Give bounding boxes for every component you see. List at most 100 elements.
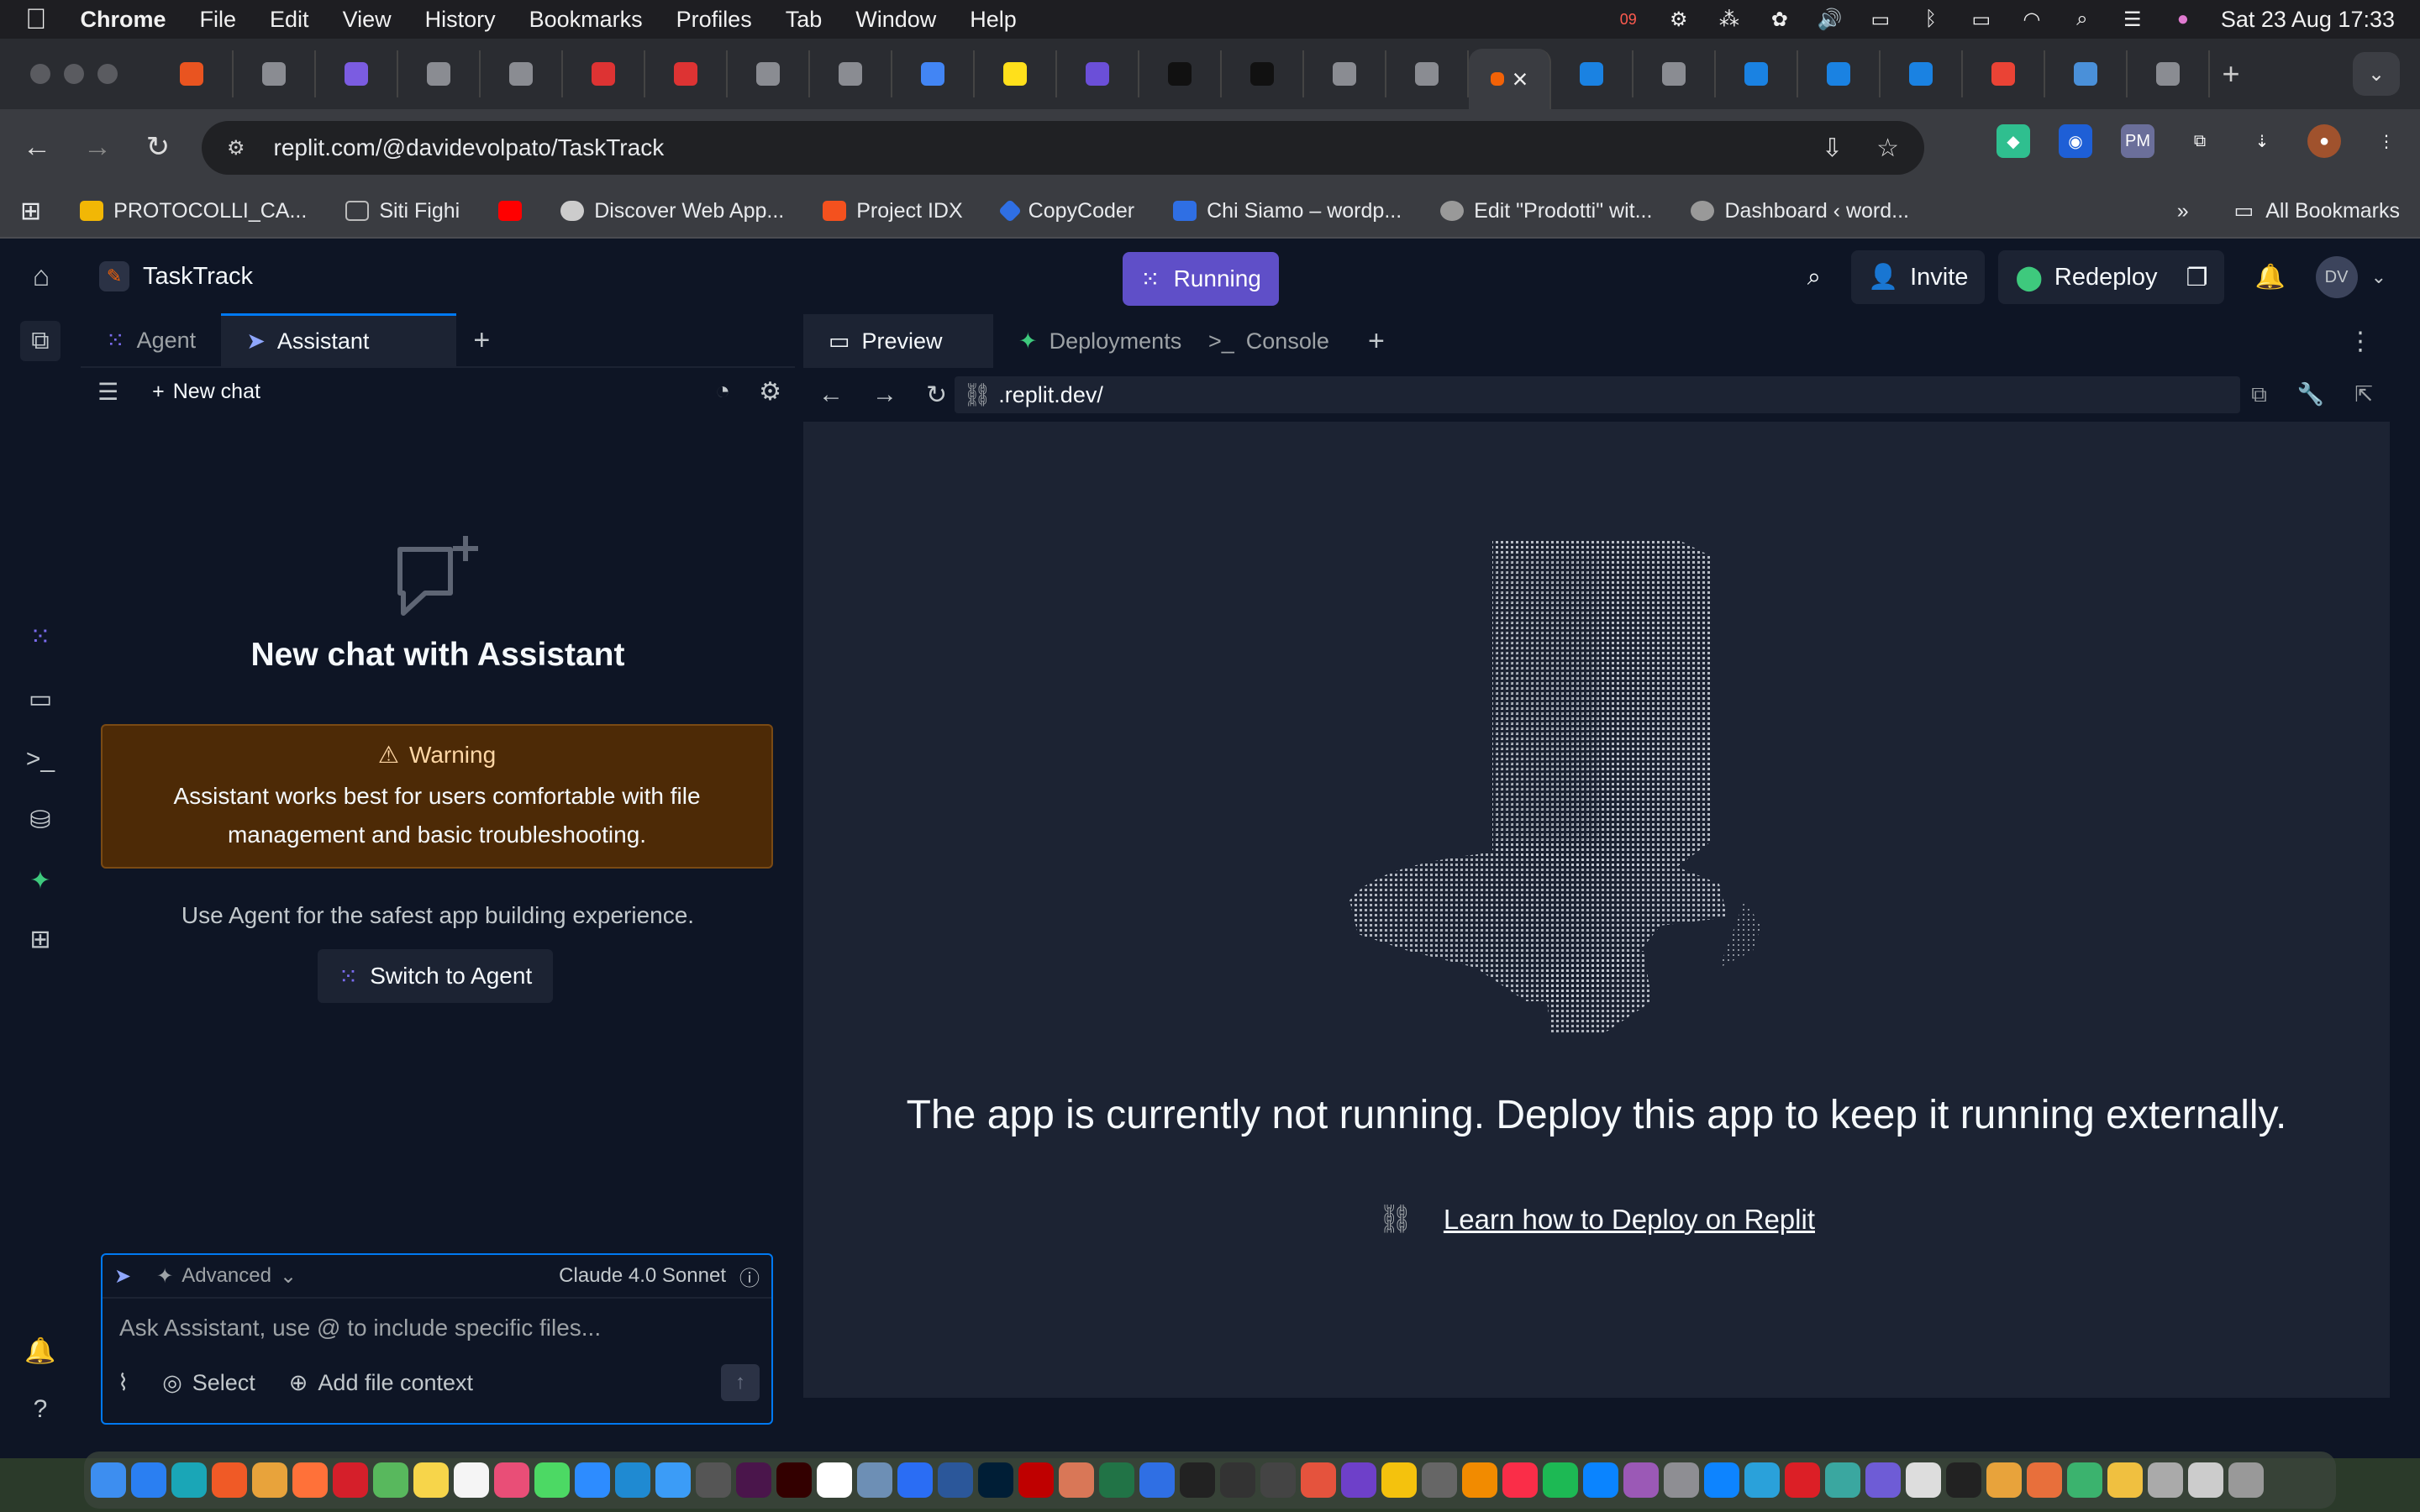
zoom-window-button[interactable] — [97, 64, 118, 84]
devtools-wrench-icon[interactable]: 🔧 — [2297, 381, 2324, 408]
app-icon[interactable] — [2107, 1462, 2143, 1498]
battery-icon[interactable]: ▭ — [1969, 8, 1994, 31]
vlc-icon[interactable] — [1462, 1462, 1497, 1498]
spotify-icon[interactable] — [1543, 1462, 1578, 1498]
browser-tab[interactable] — [1139, 50, 1222, 97]
claude-icon[interactable] — [1059, 1462, 1094, 1498]
files-panel-icon[interactable]: ⧉ — [20, 321, 60, 361]
new-tab-button[interactable]: + — [2210, 56, 2252, 92]
tab-console[interactable]: >_ Console — [1183, 314, 1351, 368]
bookmark-item[interactable]: Project IDX — [823, 199, 963, 223]
chrome-icon[interactable] — [1986, 1462, 2022, 1498]
apps-grid-icon[interactable]: ⊞ — [20, 197, 41, 226]
extension-icon[interactable]: ◉ — [2059, 124, 2092, 158]
browser-tab[interactable] — [563, 50, 645, 97]
podcasts-icon[interactable] — [1623, 1462, 1659, 1498]
bluetooth-icon[interactable]: ᛒ — [1918, 8, 1944, 30]
menu-window[interactable]: Window — [855, 7, 936, 33]
home-icon[interactable]: ⌂ — [20, 255, 62, 297]
database-icon[interactable]: ⛁ — [20, 800, 60, 840]
new-chat-button[interactable]: + New chat — [152, 380, 260, 404]
word-icon[interactable] — [938, 1462, 973, 1498]
site-settings-icon[interactable]: ⚙ — [227, 136, 245, 160]
console-icon[interactable]: >_ — [20, 739, 60, 780]
app-icon[interactable] — [1301, 1462, 1336, 1498]
browser-tab[interactable] — [1716, 50, 1798, 97]
tab-assistant[interactable]: ➤ Assistant — [221, 313, 457, 367]
menu-tab[interactable]: Tab — [786, 7, 823, 33]
add-tab-icon[interactable]: + — [473, 324, 490, 357]
add-tab-icon[interactable]: + — [1368, 325, 1385, 358]
control-center-icon[interactable]: ☰ — [2120, 8, 2145, 31]
bookmark-star-icon[interactable]: ☆ — [1876, 134, 1899, 163]
photos-icon[interactable] — [494, 1462, 529, 1498]
search-icon[interactable]: ⌕ — [1791, 250, 1838, 304]
clock[interactable]: Sat 23 Aug 17:33 — [2221, 7, 2395, 33]
browser-tab[interactable] — [316, 50, 398, 97]
browser-tab[interactable] — [234, 50, 316, 97]
install-app-icon[interactable]: ⇩ — [1822, 134, 1843, 163]
browser-tab[interactable] — [975, 50, 1057, 97]
browser-tab[interactable] — [2045, 50, 2128, 97]
menu-view[interactable]: View — [343, 7, 392, 33]
chrome-menu-icon[interactable]: ⋮ — [2370, 124, 2403, 158]
chevron-more-icon[interactable]: » — [2177, 199, 2189, 223]
opera-icon[interactable] — [333, 1462, 368, 1498]
settings-gear-icon[interactable]: ⚙ — [759, 377, 781, 407]
tab-preview[interactable]: ▭ Preview — [803, 314, 993, 368]
devices-icon[interactable]: ⧉ — [2251, 381, 2267, 408]
telegram-icon[interactable] — [1744, 1462, 1780, 1498]
chat-input[interactable] — [119, 1315, 741, 1341]
redeploy-button[interactable]: ⬤ Redeploy ❐ — [1998, 250, 2225, 304]
model-selector[interactable]: Claude 4.0 Sonnet ⓘ — [559, 1262, 760, 1291]
forward-arrow-icon[interactable]: → — [74, 123, 121, 171]
browser-tab[interactable] — [1222, 50, 1304, 97]
notes-icon[interactable] — [413, 1462, 449, 1498]
tab-close-icon[interactable]: × — [1512, 64, 1528, 95]
more-options-icon[interactable]: ⋮ — [2348, 327, 2373, 356]
app-icon[interactable] — [1906, 1462, 1941, 1498]
attach-paperclip-icon[interactable]: ⌇ — [118, 1370, 129, 1396]
puzzle-extensions-icon[interactable]: ⧉ — [2183, 124, 2217, 158]
trash-icon[interactable] — [2228, 1462, 2264, 1498]
preview-reload-icon[interactable]: ↻ — [926, 381, 947, 410]
safari-icon[interactable] — [131, 1462, 166, 1498]
volume-icon[interactable]: 🔊 — [1818, 8, 1843, 31]
extension-icon[interactable]: PM — [2121, 124, 2154, 158]
select-element-button[interactable]: ◎ Select — [162, 1370, 255, 1396]
app-icon[interactable] — [1825, 1462, 1860, 1498]
mode-dropdown[interactable]: ✦ Advanced ⌄ — [156, 1264, 297, 1289]
minimize-window-button[interactable] — [64, 64, 84, 84]
brave-icon[interactable] — [212, 1462, 247, 1498]
preview-forward-icon[interactable]: → — [872, 381, 897, 409]
menu-profiles[interactable]: Profiles — [676, 7, 752, 33]
bookmark-item[interactable]: Dashboard ‹ word... — [1691, 199, 1909, 223]
bookmark-item[interactable]: Edit "Prodotti" wit... — [1440, 199, 1652, 223]
address-bar[interactable]: ⚙ replit.com/@davidevolpato/TaskTrack ⇩ … — [202, 121, 1924, 175]
app-icon[interactable] — [1139, 1462, 1175, 1498]
zoom-icon[interactable] — [575, 1462, 610, 1498]
preview-icon[interactable]: ▭ — [20, 679, 60, 719]
calendar-badge-icon[interactable]: 09 — [1616, 8, 1641, 30]
siri-icon[interactable]: ● — [2170, 8, 2196, 30]
browser-tab[interactable] — [728, 50, 810, 97]
browser-tab[interactable] — [1057, 50, 1139, 97]
acrobat-icon[interactable] — [1785, 1462, 1820, 1498]
menu-edit[interactable]: Edit — [270, 7, 309, 33]
browser-tab[interactable] — [1963, 50, 2045, 97]
gear-status-icon[interactable]: ⚙ — [1666, 8, 1691, 31]
help-icon[interactable] — [1422, 1462, 1457, 1498]
app-icon[interactable] — [1381, 1462, 1417, 1498]
github-icon[interactable] — [1341, 1462, 1376, 1498]
openai-status-icon[interactable]: ✿ — [1767, 8, 1792, 31]
messages-icon[interactable] — [534, 1462, 570, 1498]
browser-tab[interactable] — [1881, 50, 1963, 97]
alerts-icon[interactable]: 🔔 — [20, 1331, 60, 1371]
learn-deploy-link[interactable]: Learn how to Deploy on Replit — [1444, 1204, 1815, 1236]
app-icon[interactable] — [1946, 1462, 1981, 1498]
downloads-icon[interactable] — [2148, 1462, 2183, 1498]
spotlight-search-icon[interactable]: ⌕ — [2070, 8, 2095, 30]
avatar[interactable]: DV — [2315, 256, 2358, 298]
app-icon[interactable] — [1260, 1462, 1296, 1498]
calendar-icon[interactable] — [817, 1462, 852, 1498]
